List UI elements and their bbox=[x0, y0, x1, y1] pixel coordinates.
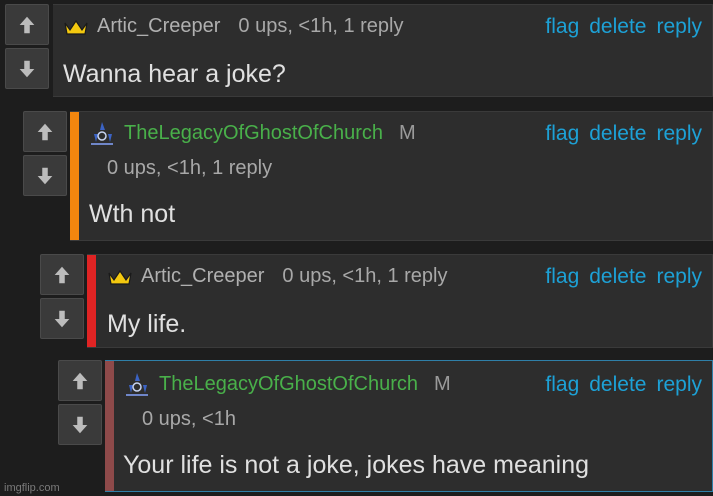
reply-link[interactable]: reply bbox=[656, 122, 702, 146]
comment-actions: flag delete reply bbox=[545, 373, 702, 397]
vote-column bbox=[5, 4, 49, 89]
comment-3: Artic_Creeper 0 ups, <1h, 1 reply flag d… bbox=[40, 254, 713, 348]
comment-header: TheLegacyOfGhostOfChurch M bbox=[88, 120, 416, 146]
downvote-button[interactable] bbox=[40, 298, 84, 339]
upvote-button[interactable] bbox=[5, 4, 49, 45]
upvote-button[interactable] bbox=[23, 111, 67, 152]
reply-link[interactable]: reply bbox=[656, 373, 702, 397]
comment-header: Artic_Creeper 0 ups, <1h, 1 reply bbox=[63, 15, 404, 38]
thread-accent-bar bbox=[70, 112, 79, 240]
arrow-up-icon bbox=[72, 372, 88, 389]
vote-column bbox=[23, 111, 67, 196]
delete-link[interactable]: delete bbox=[589, 15, 646, 39]
comment-actions: flag delete reply bbox=[545, 15, 702, 39]
flag-link[interactable]: flag bbox=[545, 15, 579, 39]
watermark: imgflip.com bbox=[4, 482, 60, 494]
thread-accent-bar bbox=[87, 255, 96, 347]
arrow-down-icon bbox=[72, 416, 88, 433]
mod-badge: M bbox=[434, 372, 451, 395]
delete-link[interactable]: delete bbox=[589, 373, 646, 397]
flag-link[interactable]: flag bbox=[545, 122, 579, 146]
comment-box: Artic_Creeper 0 ups, <1h, 1 reply flag d… bbox=[53, 4, 713, 97]
upvote-button[interactable] bbox=[58, 360, 102, 401]
arrow-down-icon bbox=[54, 310, 70, 327]
username[interactable]: Artic_Creeper bbox=[97, 15, 220, 38]
vote-column bbox=[40, 254, 84, 339]
vote-column bbox=[58, 360, 102, 445]
crown-icon bbox=[108, 269, 132, 285]
crown-icon bbox=[64, 19, 88, 35]
comment-header: Artic_Creeper 0 ups, <1h, 1 reply bbox=[107, 265, 448, 288]
comment-4: TheLegacyOfGhostOfChurch M 0 ups, <1h fl… bbox=[58, 360, 713, 492]
flag-link[interactable]: flag bbox=[545, 373, 579, 397]
comment-meta: 0 ups, <1h, 1 reply bbox=[238, 15, 404, 37]
username[interactable]: Artic_Creeper bbox=[141, 265, 264, 288]
reply-link[interactable]: reply bbox=[656, 265, 702, 289]
comment-meta: 0 ups, <1h, 1 reply bbox=[107, 157, 273, 179]
comment-1: Artic_Creeper 0 ups, <1h, 1 reply flag d… bbox=[5, 4, 713, 97]
username[interactable]: TheLegacyOfGhostOfChurch bbox=[124, 122, 383, 145]
username[interactable]: TheLegacyOfGhostOfChurch bbox=[159, 373, 418, 396]
delete-link[interactable]: delete bbox=[589, 265, 646, 289]
arrow-up-icon bbox=[19, 16, 35, 33]
ghost-icon bbox=[126, 373, 148, 396]
comment-2: TheLegacyOfGhostOfChurch M 0 ups, <1h, 1… bbox=[23, 111, 713, 241]
comment-actions: flag delete reply bbox=[545, 122, 702, 146]
downvote-button[interactable] bbox=[58, 404, 102, 445]
comment-box: TheLegacyOfGhostOfChurch M 0 ups, <1h, 1… bbox=[70, 111, 713, 241]
upvote-button[interactable] bbox=[40, 254, 84, 295]
delete-link[interactable]: delete bbox=[589, 122, 646, 146]
comment-text: My life. bbox=[107, 310, 187, 338]
arrow-up-icon bbox=[54, 266, 70, 283]
downvote-button[interactable] bbox=[5, 48, 49, 89]
comment-meta: 0 ups, <1h bbox=[142, 408, 236, 430]
arrow-down-icon bbox=[37, 167, 53, 184]
downvote-button[interactable] bbox=[23, 155, 67, 196]
reply-link[interactable]: reply bbox=[656, 15, 702, 39]
comment-box: Artic_Creeper 0 ups, <1h, 1 reply flag d… bbox=[87, 254, 713, 348]
thread-accent-bar bbox=[105, 361, 114, 491]
arrow-up-icon bbox=[37, 123, 53, 140]
comment-meta: 0 ups, <1h, 1 reply bbox=[282, 265, 448, 287]
arrow-down-icon bbox=[19, 60, 35, 77]
comment-header: TheLegacyOfGhostOfChurch M bbox=[123, 371, 451, 397]
comment-text: Wth not bbox=[89, 200, 176, 228]
comment-box: TheLegacyOfGhostOfChurch M 0 ups, <1h fl… bbox=[105, 360, 713, 492]
ghost-icon bbox=[91, 122, 113, 145]
comment-text: Wanna hear a joke? bbox=[63, 60, 286, 88]
flag-link[interactable]: flag bbox=[545, 265, 579, 289]
comment-text: Your life is not a joke, jokes have mean… bbox=[123, 451, 590, 479]
mod-badge: M bbox=[399, 121, 416, 144]
comment-actions: flag delete reply bbox=[545, 265, 702, 289]
